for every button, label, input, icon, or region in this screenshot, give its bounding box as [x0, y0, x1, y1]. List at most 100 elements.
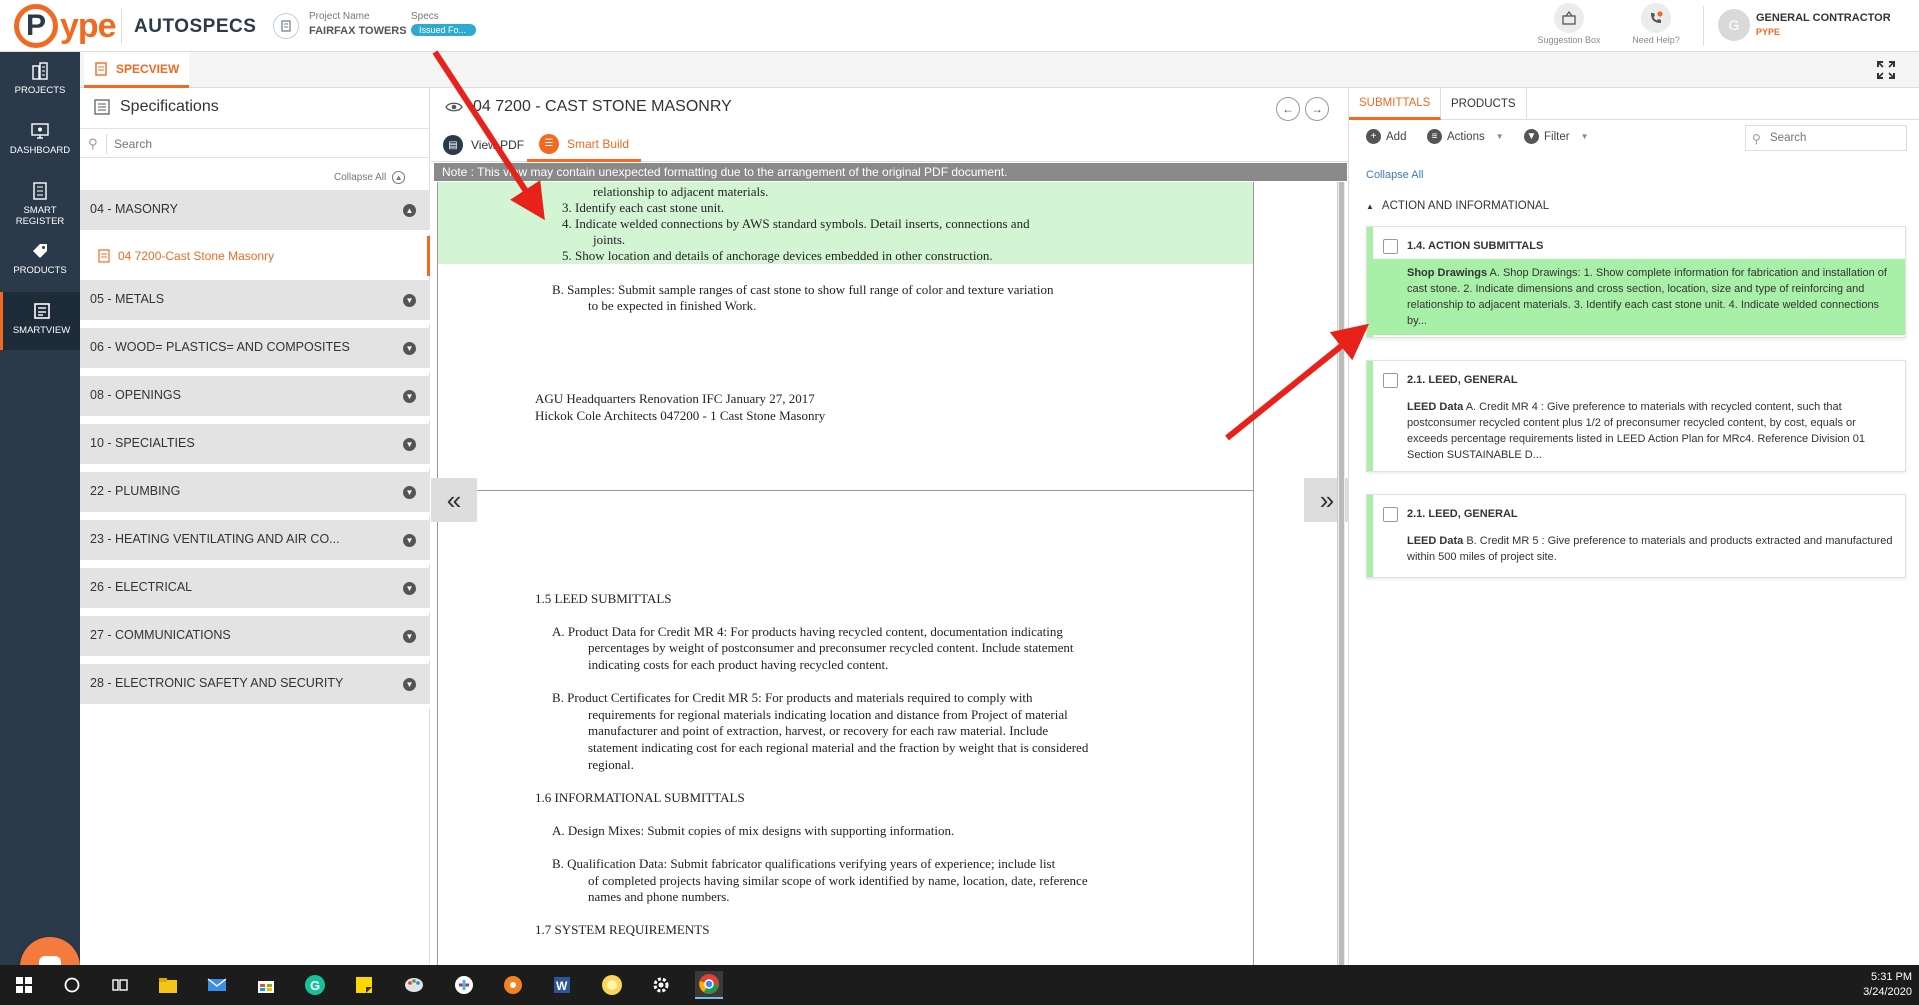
- tab-view-pdf-label: View PDF: [471, 138, 525, 152]
- nav-item-dashboard[interactable]: DASHBOARD: [0, 112, 80, 170]
- chevron-down-icon[interactable]: ▼: [403, 630, 416, 643]
- doc-line: A. Design Mixes: Submit copies of mix de…: [552, 823, 955, 838]
- section-label: 08 - OPENINGS: [90, 388, 181, 402]
- user-role[interactable]: GENERAL CONTRACTOR: [1756, 12, 1891, 24]
- sticky-notes-icon[interactable]: [350, 971, 378, 999]
- fullscreen-toggle[interactable]: [1876, 60, 1896, 86]
- store-icon[interactable]: [252, 971, 280, 999]
- submittal-checkbox[interactable]: [1383, 507, 1398, 522]
- project-building-icon[interactable]: [273, 13, 299, 39]
- need-help-button[interactable]: Need Help?: [1621, 3, 1691, 45]
- collapse-all-submittals[interactable]: Collapse All: [1366, 169, 1423, 181]
- spec-search-input[interactable]: [114, 133, 414, 155]
- submittal-card-leed-mr5[interactable]: 2.1. LEED, GENERAL LEED Data B. Credit M…: [1366, 494, 1906, 578]
- collapse-left-panel-button[interactable]: «: [431, 478, 477, 522]
- chrome-icon[interactable]: [695, 971, 723, 999]
- chevron-down-icon[interactable]: ▼: [403, 534, 416, 547]
- section-masonry[interactable]: 04 - MASONRY ▲: [80, 190, 430, 234]
- submittal-group-header[interactable]: ▲ ACTION AND INFORMATIONAL: [1366, 200, 1549, 212]
- settings-flower-icon[interactable]: [499, 971, 527, 999]
- collapse-all-specs[interactable]: Collapse All ▲: [334, 171, 406, 184]
- section-label: 22 - PLUMBING: [90, 484, 181, 498]
- section-openings[interactable]: 08 - OPENINGS ▼: [80, 376, 430, 420]
- search-circle-icon[interactable]: [58, 971, 86, 999]
- chevron-up-icon[interactable]: ▲: [403, 204, 416, 217]
- submittal-card-leed-mr4[interactable]: 2.1. LEED, GENERAL LEED Data A. Credit M…: [1366, 360, 1906, 472]
- chevron-down-icon[interactable]: ▼: [403, 294, 416, 307]
- project-name-value[interactable]: FAIRFAX TOWERS: [309, 25, 407, 37]
- actions-dropdown[interactable]: ≡ Actions ▼: [1427, 129, 1504, 144]
- section-electrical[interactable]: 26 - ELECTRICAL ▼: [80, 568, 430, 612]
- scrollbar-thumb[interactable]: [1339, 182, 1344, 965]
- nav-label-smart-register: SMART REGISTER: [15, 205, 65, 227]
- section-label: 28 - ELECTRONIC SAFETY AND SECURITY: [90, 676, 344, 690]
- grammarly-icon[interactable]: G: [301, 971, 329, 999]
- nav-item-smart-register[interactable]: SMART REGISTER: [0, 172, 80, 230]
- add-submittal-button[interactable]: + Add: [1366, 129, 1406, 144]
- nav-item-products[interactable]: PRODUCTS: [0, 232, 80, 290]
- previous-section-button[interactable]: ←: [1276, 97, 1300, 121]
- submittal-checkbox[interactable]: [1383, 239, 1398, 254]
- section-plumbing[interactable]: 22 - PLUMBING ▼: [80, 472, 430, 516]
- taskbar-clock[interactable]: 5:31 PM 3/24/2020: [1852, 970, 1912, 1000]
- user-avatar[interactable]: G: [1718, 9, 1750, 41]
- photos-icon[interactable]: [598, 971, 626, 999]
- logo-p-mark: P: [14, 4, 58, 48]
- chevron-down-icon[interactable]: ▼: [403, 678, 416, 691]
- doc-line: 5. Show location and details of anchorag…: [562, 248, 993, 263]
- word-icon[interactable]: W: [548, 971, 576, 999]
- doc-line: regional.: [588, 757, 634, 772]
- section-specialties[interactable]: 10 - SPECIALTIES ▼: [80, 424, 430, 468]
- mail-icon[interactable]: [203, 971, 231, 999]
- slack-icon[interactable]: [450, 971, 478, 999]
- tab-smart-build[interactable]: ☰ Smart Build: [527, 128, 642, 162]
- tab-view-pdf[interactable]: ▤ View PDF: [431, 128, 536, 162]
- doc-heading: 1.7 SYSTEM REQUIREMENTS: [535, 922, 710, 937]
- section-hvac[interactable]: 23 - HEATING VENTILATING AND AIR CO... ▼: [80, 520, 430, 564]
- section-wood-plastics[interactable]: 06 - WOOD= PLASTICS= AND COMPOSITES ▼: [80, 328, 430, 372]
- search-icon: ⚲: [1752, 132, 1761, 146]
- task-view-icon[interactable]: [106, 971, 134, 999]
- svg-text:W: W: [556, 979, 568, 993]
- section-communications[interactable]: 27 - COMMUNICATIONS ▼: [80, 616, 430, 660]
- submittal-checkbox[interactable]: [1383, 373, 1398, 388]
- chevron-down-icon[interactable]: ▼: [403, 582, 416, 595]
- nav-label-products: PRODUCTS: [13, 265, 67, 276]
- document-scrollbar[interactable]: [1337, 182, 1345, 965]
- chevron-down-icon[interactable]: ▼: [403, 438, 416, 451]
- nav-label-smartview: SMARTVIEW: [12, 325, 71, 336]
- submittals-search-input[interactable]: [1770, 129, 1900, 147]
- suggestion-box-button[interactable]: Suggestion Box: [1534, 3, 1604, 45]
- pype-logo[interactable]: P ype: [14, 3, 117, 49]
- gear-icon[interactable]: [647, 971, 675, 999]
- submittal-card-action[interactable]: 1.4. ACTION SUBMITTALS Shop Drawings A. …: [1366, 226, 1906, 338]
- section-electronic-safety[interactable]: 28 - ELECTRONIC SAFETY AND SECURITY ▼: [80, 664, 430, 708]
- section-metals[interactable]: 05 - METALS ▼: [80, 280, 430, 324]
- spec-item-label: 04 7200-Cast Stone Masonry: [118, 249, 275, 263]
- submittal-title: 2.1. LEED, GENERAL: [1407, 508, 1518, 520]
- svg-text:G: G: [310, 978, 320, 993]
- chevron-down-icon[interactable]: ▼: [403, 486, 416, 499]
- tab-products[interactable]: PRODUCTS: [1441, 88, 1527, 120]
- file-explorer-icon[interactable]: [154, 971, 182, 999]
- nav-item-projects[interactable]: PROJECTS: [0, 52, 80, 110]
- filter-dropdown[interactable]: ▼ Filter ▼: [1524, 129, 1588, 144]
- suggestion-box-icon: [1554, 3, 1584, 33]
- windows-taskbar: G W 5:31 PM 3/24/2020: [0, 965, 1919, 1005]
- chevron-down-icon[interactable]: ▼: [403, 390, 416, 403]
- paint-icon[interactable]: [400, 971, 428, 999]
- doc-line: relationship to adjacent materials.: [593, 184, 769, 199]
- doc-line: B. Samples: Submit sample ranges of cast…: [552, 282, 1054, 297]
- tab-specview-label: SPECVIEW: [116, 61, 180, 76]
- spec-item-cast-stone-masonry[interactable]: 04 7200-Cast Stone Masonry: [80, 236, 430, 276]
- user-organization: PYPE: [1756, 27, 1781, 37]
- tab-specview[interactable]: SPECVIEW: [84, 52, 190, 88]
- chevron-down-icon[interactable]: ▼: [403, 342, 416, 355]
- nav-item-smartview[interactable]: SMARTVIEW: [0, 292, 80, 350]
- windows-start-icon[interactable]: [10, 971, 38, 999]
- tab-submittals[interactable]: SUBMITTALS: [1349, 88, 1442, 120]
- chevron-down-icon: ▼: [1495, 132, 1504, 141]
- monitor-icon: [29, 122, 51, 140]
- next-section-button[interactable]: →: [1305, 97, 1329, 121]
- specs-status-badge[interactable]: Issued Fo...: [411, 24, 476, 36]
